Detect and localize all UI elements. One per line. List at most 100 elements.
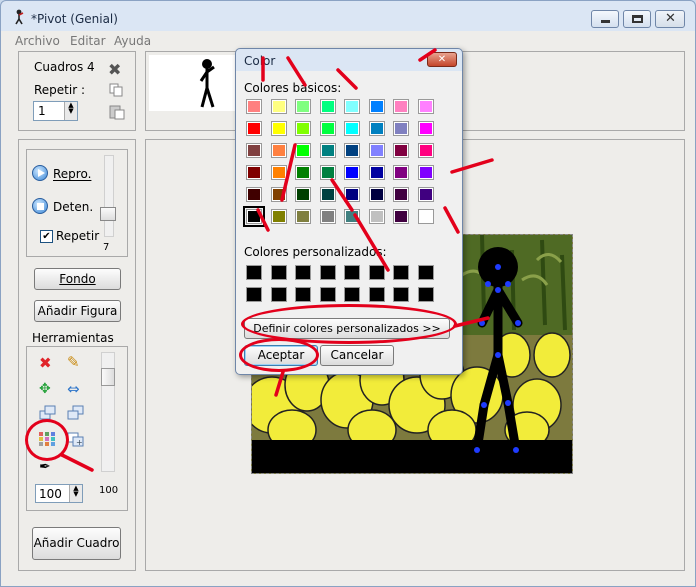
zoom-spinner[interactable]: 100 ▲ ▼: [35, 484, 83, 503]
basic-color-swatch[interactable]: [393, 165, 409, 180]
delete-frame-icon[interactable]: ✖: [108, 60, 121, 79]
delete-figure-icon[interactable]: ✖: [39, 354, 52, 372]
basic-color-swatch[interactable]: [295, 121, 311, 136]
basic-color-swatch[interactable]: [393, 121, 409, 136]
custom-color-swatch[interactable]: [368, 287, 385, 302]
basic-color-swatch[interactable]: [344, 187, 360, 202]
custom-color-swatch[interactable]: [270, 287, 287, 302]
basic-color-swatch[interactable]: [344, 143, 360, 158]
repeat-spinner[interactable]: 1 ▲ ▼: [33, 101, 78, 121]
basic-color-swatch[interactable]: [344, 165, 360, 180]
basic-color-swatch[interactable]: [295, 143, 311, 158]
basic-color-swatch[interactable]: [368, 187, 385, 202]
basic-color-swatch[interactable]: [246, 121, 262, 136]
custom-color-swatch[interactable]: [246, 265, 262, 280]
copy-frame-icon[interactable]: [109, 83, 123, 97]
basic-color-swatch[interactable]: [246, 99, 262, 114]
custom-color-swatch[interactable]: [393, 265, 409, 280]
basic-color-swatch[interactable]: [393, 187, 409, 202]
maximize-button[interactable]: [623, 10, 651, 28]
basic-color-swatch[interactable]: [417, 143, 434, 158]
zoom-spinner-arrows[interactable]: ▲ ▼: [69, 485, 82, 502]
basic-color-swatch[interactable]: [270, 121, 287, 136]
frames-count-label: Cuadros 4: [34, 60, 95, 74]
basic-color-swatch[interactable]: [270, 209, 287, 224]
annotation-circle-accept: [239, 338, 319, 372]
basic-color-swatch[interactable]: [344, 209, 360, 224]
basic-color-swatch[interactable]: [270, 165, 287, 180]
basic-color-swatch[interactable]: [368, 165, 385, 180]
speed-thumb[interactable]: [100, 207, 116, 221]
custom-color-swatch[interactable]: [246, 287, 262, 302]
send-back-icon[interactable]: [67, 405, 85, 421]
basic-color-swatch[interactable]: [393, 99, 409, 114]
basic-color-swatch[interactable]: [417, 165, 434, 180]
cancel-button[interactable]: Cancelar: [320, 345, 394, 366]
custom-color-swatch[interactable]: [295, 265, 311, 280]
custom-color-swatch[interactable]: [295, 287, 311, 302]
close-window-button[interactable]: ✕: [655, 10, 685, 28]
custom-color-swatch[interactable]: [393, 287, 409, 302]
basic-color-swatch[interactable]: [393, 143, 409, 158]
basic-color-swatch[interactable]: [246, 143, 262, 158]
menu-ayuda[interactable]: Ayuda: [114, 34, 151, 48]
speed-track[interactable]: [104, 155, 114, 237]
basic-color-swatch[interactable]: [319, 165, 336, 180]
basic-color-swatch[interactable]: [368, 99, 385, 114]
background-button[interactable]: Fondo: [34, 268, 121, 290]
basic-color-swatch[interactable]: [319, 143, 336, 158]
basic-color-swatch[interactable]: [368, 143, 385, 158]
basic-color-swatch[interactable]: [417, 187, 434, 202]
tools-scroll-thumb[interactable]: [101, 368, 115, 386]
basic-color-swatch[interactable]: [368, 121, 385, 136]
custom-color-swatch[interactable]: [417, 265, 434, 280]
add-figure-button[interactable]: Añadir Figura: [34, 300, 121, 322]
repeat-checkbox[interactable]: ✔: [40, 230, 53, 243]
basic-color-swatch[interactable]: [319, 187, 336, 202]
flip-icon[interactable]: ⇔: [67, 380, 80, 398]
basic-color-swatch[interactable]: [295, 209, 311, 224]
stop-label[interactable]: Deten.: [53, 200, 93, 214]
basic-color-swatch[interactable]: [270, 143, 287, 158]
frame-thumbnail[interactable]: [149, 55, 241, 111]
basic-color-swatch[interactable]: [344, 121, 360, 136]
basic-color-swatch[interactable]: [246, 187, 262, 202]
basic-color-swatch[interactable]: [417, 99, 434, 114]
basic-color-swatch[interactable]: [368, 209, 385, 224]
custom-color-swatch[interactable]: [344, 287, 360, 302]
dialog-close-button[interactable]: ✕: [427, 52, 457, 67]
basic-color-swatch[interactable]: [319, 121, 336, 136]
basic-color-swatch[interactable]: [246, 165, 262, 180]
spinner-arrows[interactable]: ▲ ▼: [64, 102, 77, 120]
add-frame-button[interactable]: Añadir Cuadro: [32, 527, 121, 560]
menu-editar[interactable]: Editar: [70, 34, 106, 48]
basic-color-swatch[interactable]: [270, 99, 287, 114]
basic-color-swatch[interactable]: [295, 165, 311, 180]
basic-color-swatch[interactable]: [344, 99, 360, 114]
custom-color-swatch[interactable]: [319, 287, 336, 302]
basic-color-swatch[interactable]: [295, 99, 311, 114]
add-segment-icon[interactable]: +: [67, 432, 85, 448]
minimize-button[interactable]: [591, 10, 619, 28]
play-icon[interactable]: [32, 165, 48, 181]
basic-color-swatch[interactable]: [243, 206, 265, 227]
basic-color-swatch[interactable]: [295, 187, 311, 202]
custom-color-swatch[interactable]: [270, 265, 287, 280]
basic-color-swatch[interactable]: [319, 99, 336, 114]
paste-frame-icon[interactable]: [109, 104, 125, 120]
custom-color-swatch[interactable]: [368, 265, 385, 280]
center-icon[interactable]: ✥: [39, 381, 51, 397]
basic-color-swatch[interactable]: [417, 209, 434, 224]
basic-color-swatch[interactable]: [393, 209, 409, 224]
custom-color-swatch[interactable]: [344, 265, 360, 280]
play-label[interactable]: Repro.: [53, 167, 91, 181]
custom-color-swatch[interactable]: [319, 265, 336, 280]
basic-color-swatch[interactable]: [417, 121, 434, 136]
basic-color-swatch[interactable]: [270, 187, 287, 202]
basic-color-swatch[interactable]: [319, 209, 336, 224]
pencil-icon[interactable]: ✎: [67, 353, 80, 371]
menu-archivo[interactable]: Archivo: [15, 34, 60, 48]
stop-icon[interactable]: [32, 198, 48, 214]
eyedropper-icon[interactable]: ✒: [39, 459, 51, 475]
custom-color-swatch[interactable]: [417, 287, 434, 302]
